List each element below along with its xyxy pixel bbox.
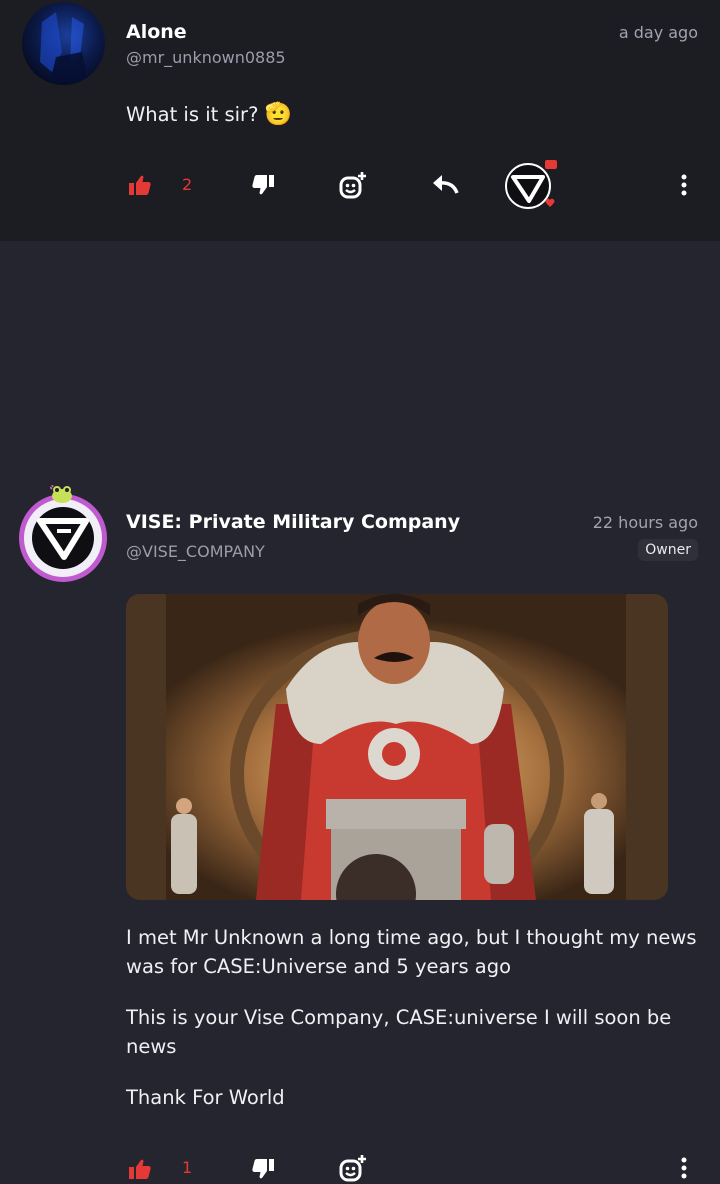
- add-reaction-icon: [339, 1155, 366, 1182]
- more-icon: [681, 174, 687, 196]
- thumbs-up-icon: [129, 1159, 151, 1179]
- timestamp: a day ago: [618, 23, 698, 42]
- comment-text: What is it sir? 🫡: [126, 100, 701, 129]
- owner-badge: Owner: [638, 539, 698, 561]
- thumbs-up-icon: [129, 175, 151, 195]
- vise-logo-icon: [37, 518, 89, 560]
- timestamp: 22 hours ago: [592, 513, 698, 532]
- add-reaction-button[interactable]: [338, 1154, 368, 1184]
- thumbs-down-icon: [252, 1159, 274, 1179]
- add-reaction-icon: [339, 172, 366, 199]
- reply-icon: [433, 175, 459, 194]
- like-count: 2: [182, 175, 193, 194]
- vise-reaction-button[interactable]: [503, 160, 561, 212]
- frog-decoration-icon: [50, 485, 74, 503]
- vise-reaction-icon: [505, 160, 557, 209]
- reply-button[interactable]: [431, 173, 459, 195]
- comment-text: I met Mr Unknown a long time ago, but I …: [126, 923, 701, 1134]
- like-button[interactable]: [128, 1158, 152, 1180]
- author-handle[interactable]: @mr_unknown0885: [126, 48, 286, 67]
- author-name[interactable]: VISE: Private Military Company: [126, 511, 460, 533]
- author-name[interactable]: Alone: [126, 21, 187, 43]
- more-options-button[interactable]: [674, 1156, 694, 1180]
- user-avatar-vise[interactable]: [19, 494, 107, 582]
- comment-vise: VISE: Private Military Company @VISE_COM…: [0, 241, 720, 1182]
- attached-image[interactable]: [126, 594, 668, 900]
- like-button[interactable]: [128, 174, 152, 196]
- more-icon: [681, 1157, 687, 1179]
- author-handle[interactable]: @VISE_COMPANY: [126, 542, 265, 561]
- more-options-button[interactable]: [674, 173, 694, 197]
- comment-paragraph: Thank For World: [126, 1086, 285, 1109]
- dislike-button[interactable]: [251, 174, 275, 196]
- comment-paragraph: This is your Vise Company, CASE:universe…: [126, 1006, 672, 1058]
- saluting-face-emoji: 🫡: [264, 102, 293, 127]
- user-avatar-alone[interactable]: [22, 2, 105, 85]
- comment-alone: Alone @mr_unknown0885 a day ago What is …: [0, 0, 720, 241]
- add-reaction-button[interactable]: [338, 171, 368, 201]
- dislike-button[interactable]: [251, 1158, 275, 1180]
- comment-text-content: What is it sir?: [126, 103, 259, 126]
- comment-paragraph: I met Mr Unknown a long time ago, but I …: [126, 926, 697, 978]
- thumbs-down-icon: [252, 175, 274, 195]
